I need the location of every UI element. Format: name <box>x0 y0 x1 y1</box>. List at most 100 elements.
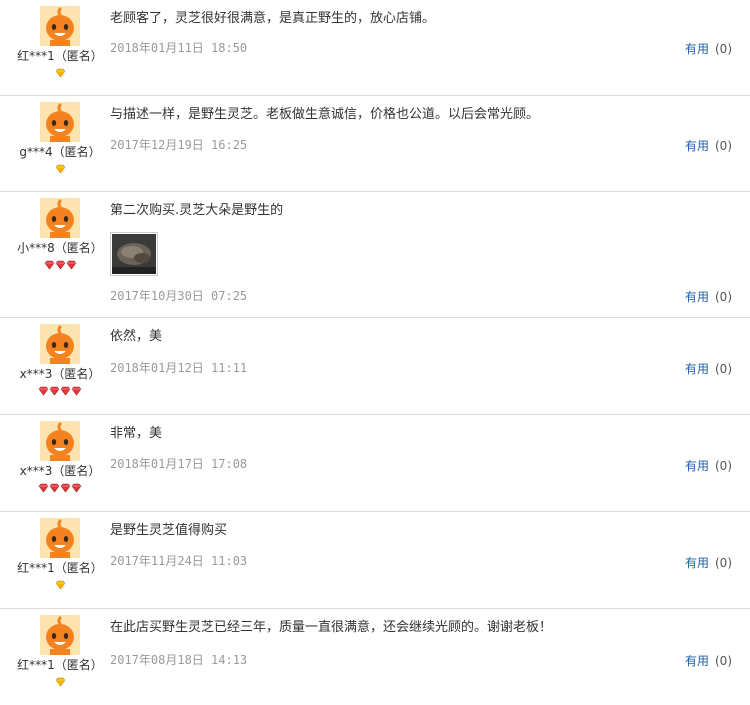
useful-label[interactable]: 有用 <box>685 139 709 153</box>
useful-label[interactable]: 有用 <box>685 654 709 668</box>
useful-button[interactable]: 有用 (0) <box>685 360 732 377</box>
avatar[interactable] <box>40 6 80 46</box>
review-text: 是野生灵芝值得购买 <box>110 523 228 538</box>
avatar[interactable] <box>40 421 80 461</box>
useful-button[interactable]: 有用 (0) <box>685 288 732 305</box>
red-heart-diamond-icon <box>60 386 71 396</box>
gold-diamond-icon <box>55 68 65 78</box>
reviewer-name: 红***1（匿名） <box>17 561 103 575</box>
gold-diamond-icon <box>55 164 65 174</box>
review-date: 2017年08月18日 14:13 <box>110 653 248 667</box>
review-content: 第二次购买.灵芝大朵是野生的 <box>110 202 730 276</box>
reviewer-level-badges <box>0 578 120 592</box>
useful-button[interactable]: 有用 (0) <box>685 457 732 474</box>
review-text: 依然，美 <box>110 329 163 344</box>
reviewer-level-badges <box>0 66 120 80</box>
photo-image <box>112 234 156 274</box>
useful-label[interactable]: 有用 <box>685 290 709 304</box>
red-heart-diamond-icon <box>55 260 65 270</box>
review-item: 红***1（匿名） 是野生灵芝值得购买 2017年11月24日 11:03 有用… <box>0 512 750 609</box>
review-date: 2017年12月19日 16:25 <box>110 138 248 152</box>
review-text: 非常，美 <box>110 426 163 441</box>
review-date: 2017年10月30日 07:25 <box>110 289 248 303</box>
avatar[interactable] <box>40 518 80 558</box>
useful-button[interactable]: 有用 (0) <box>685 137 732 154</box>
review-content: 与描述一样，是野生灵芝。老板做生意诚信，价格也公道。以后会常光顾。 <box>110 106 730 124</box>
reviewer-name: g***4（匿名） <box>19 145 101 159</box>
review-item: x***3（匿名） 非常，美 2018年01月17日 17:08 有用 (0) <box>0 415 750 512</box>
mascot-avatar-icon <box>40 324 80 364</box>
reviewer-level-badges <box>0 258 120 272</box>
red-heart-diamond-icon <box>38 483 49 493</box>
reviewer-level-badges <box>0 481 120 495</box>
avatar[interactable] <box>40 198 80 238</box>
review-item: x***3（匿名） 依然，美 2018年01月12日 11:11 有用 (0) <box>0 318 750 415</box>
review-text: 与描述一样，是野生灵芝。老板做生意诚信，价格也公道。以后会常光顾。 <box>110 107 540 122</box>
useful-button[interactable]: 有用 (0) <box>685 652 732 669</box>
mascot-avatar-icon <box>40 6 80 46</box>
reviewer-level-badges <box>0 162 120 176</box>
review-content: 是野生灵芝值得购买 <box>110 522 730 540</box>
reviewer-info: g***4（匿名） <box>0 102 120 176</box>
review-content: 依然，美 <box>110 328 730 346</box>
reviewer-info: x***3（匿名） <box>0 324 120 398</box>
avatar[interactable] <box>40 102 80 142</box>
mascot-avatar-icon <box>40 102 80 142</box>
avatar[interactable] <box>40 615 80 655</box>
review-content: 在此店买野生灵芝已经三年，质量一直很满意，还会继续光顾的。谢谢老板！ <box>110 619 730 637</box>
gold-diamond-icon <box>55 677 65 687</box>
review-date: 2017年11月24日 11:03 <box>110 554 248 568</box>
mascot-avatar-icon <box>40 518 80 558</box>
reviewer-info: 红***1（匿名） <box>0 615 120 689</box>
reviewer-info: 小***8（匿名） <box>0 198 120 272</box>
avatar[interactable] <box>40 324 80 364</box>
useful-label[interactable]: 有用 <box>685 556 709 570</box>
mascot-avatar-icon <box>40 615 80 655</box>
mascot-avatar-icon <box>40 421 80 461</box>
useful-count: (0) <box>715 139 732 153</box>
gold-diamond-icon <box>55 580 65 590</box>
useful-count: (0) <box>715 556 732 570</box>
review-date: 2018年01月12日 11:11 <box>110 361 248 375</box>
review-item: 红***1（匿名） 在此店买野生灵芝已经三年，质量一直很满意，还会继续光顾的。谢… <box>0 609 750 705</box>
review-item: g***4（匿名） 与描述一样，是野生灵芝。老板做生意诚信，价格也公道。以后会常… <box>0 96 750 192</box>
mascot-avatar-icon <box>40 198 80 238</box>
review-date: 2018年01月11日 18:50 <box>110 41 248 55</box>
review-text: 在此店买野生灵芝已经三年，质量一直很满意，还会继续光顾的。谢谢老板！ <box>110 620 553 635</box>
useful-count: (0) <box>715 654 732 668</box>
red-heart-diamond-icon <box>49 483 60 493</box>
review-item: 红***1（匿名） 老顾客了，灵芝很好很满意，是真正野生的，放心店铺。 2018… <box>0 0 750 96</box>
review-item: 小***8（匿名） 第二次购买.灵芝大朵是野生的 2017年10月30日 07:… <box>0 192 750 318</box>
reviewer-info: x***3（匿名） <box>0 421 120 495</box>
review-content: 老顾客了，灵芝很好很满意，是真正野生的，放心店铺。 <box>110 10 730 28</box>
reviewer-info: 红***1（匿名） <box>0 6 120 80</box>
review-text: 老顾客了，灵芝很好很满意，是真正野生的，放心店铺。 <box>110 11 436 26</box>
useful-count: (0) <box>715 42 732 56</box>
useful-label[interactable]: 有用 <box>685 362 709 376</box>
reviewer-level-badges <box>0 675 120 689</box>
reviewer-name: 红***1（匿名） <box>17 49 103 63</box>
review-content: 非常，美 <box>110 425 730 443</box>
red-heart-diamond-icon <box>71 483 82 493</box>
review-date: 2018年01月17日 17:08 <box>110 457 248 471</box>
review-photo-thumbnail[interactable] <box>110 232 158 276</box>
red-heart-diamond-icon <box>60 483 71 493</box>
useful-label[interactable]: 有用 <box>685 459 709 473</box>
red-heart-diamond-icon <box>38 386 49 396</box>
reviewer-name: x***3（匿名） <box>19 367 101 381</box>
useful-count: (0) <box>715 290 732 304</box>
red-heart-diamond-icon <box>44 260 54 270</box>
useful-button[interactable]: 有用 (0) <box>685 40 732 57</box>
reviewer-level-badges <box>0 384 120 398</box>
useful-label[interactable]: 有用 <box>685 42 709 56</box>
useful-count: (0) <box>715 459 732 473</box>
useful-button[interactable]: 有用 (0) <box>685 554 732 571</box>
reviewer-info: 红***1（匿名） <box>0 518 120 592</box>
reviewer-name: 小***8（匿名） <box>17 241 103 255</box>
red-heart-diamond-icon <box>66 260 76 270</box>
useful-count: (0) <box>715 362 732 376</box>
reviewer-name: x***3（匿名） <box>19 464 101 478</box>
review-text: 第二次购买.灵芝大朵是野生的 <box>110 203 284 218</box>
red-heart-diamond-icon <box>49 386 60 396</box>
red-heart-diamond-icon <box>71 386 82 396</box>
